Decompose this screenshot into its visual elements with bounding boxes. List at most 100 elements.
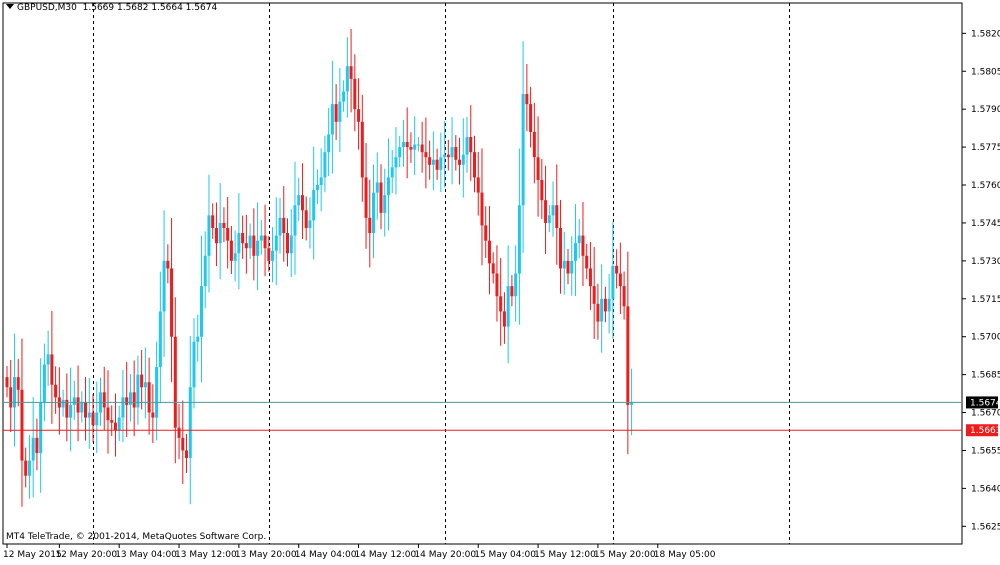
symbol-info-bar: GBPUSD,M30 1.5669 1.5682 1.5664 1.5674 — [6, 3, 217, 13]
candle-body — [487, 240, 491, 264]
candle-body — [431, 159, 435, 165]
candle-body — [349, 66, 353, 79]
candle-body — [319, 177, 323, 186]
candle-body — [274, 235, 278, 251]
candle-body — [357, 109, 361, 122]
candle-body — [585, 255, 589, 269]
candle-body — [532, 131, 536, 158]
candle-body — [458, 159, 462, 165]
candle-body — [514, 273, 518, 297]
candle-body — [229, 240, 233, 261]
candle-body — [31, 437, 35, 461]
time-axis-label: 14 May 04:00 — [295, 550, 357, 560]
ohlc-values: 1.5669 1.5682 1.5664 1.5674 — [82, 3, 218, 13]
candle-body — [596, 303, 600, 322]
candle-body — [91, 412, 95, 426]
candle-body — [383, 195, 387, 213]
price-axis: 1.5820 1.5805 1.5790 1.5775 1.5760 1.5745 1.57… — [962, 29, 1000, 532]
collapse-triangle-icon[interactable] — [6, 4, 14, 9]
candle-body — [491, 263, 495, 274]
candle-body — [207, 215, 211, 256]
candle-body — [282, 217, 286, 234]
candle-body — [570, 260, 574, 274]
candle-body — [278, 217, 282, 236]
candle-body — [185, 450, 189, 459]
candle-body — [588, 268, 592, 287]
candle-body — [476, 177, 480, 193]
candle-body — [473, 152, 476, 178]
candle-body — [323, 152, 327, 178]
candle-body — [39, 402, 43, 453]
candle-body — [379, 182, 383, 213]
candle-body — [484, 225, 488, 241]
candle-body — [222, 222, 226, 228]
time-axis-label: 13 May 04:00 — [115, 550, 177, 560]
candle-body — [618, 273, 622, 287]
candle-body — [128, 392, 132, 405]
candle-body — [300, 195, 304, 211]
price-axis-label: 1.5670 — [971, 409, 1000, 419]
candle-body — [342, 91, 346, 102]
candle-body — [439, 157, 443, 170]
candle-body — [132, 392, 136, 408]
candle-body — [469, 136, 473, 153]
symbol-label: GBPUSD,M30 — [17, 3, 77, 13]
candle-body — [248, 235, 252, 249]
candle-body — [555, 205, 559, 228]
time-axis-label: 12 May 2015 — [3, 550, 62, 560]
copyright-text: MT4 TeleTrade, © 2001-2014, MetaQuotes S… — [6, 532, 267, 542]
candle-body — [211, 215, 215, 228]
candle-body — [536, 157, 540, 180]
candle-body — [450, 147, 454, 158]
chart[interactable]: 1.5674 1.5663 1.5820 1.5805 1.5790 1.5775 1.5… — [0, 0, 1000, 561]
candle-body — [480, 192, 484, 226]
price-axis-label: 1.5715 — [971, 295, 1000, 305]
candle-body — [237, 233, 241, 254]
candle-body — [203, 255, 207, 287]
bid-price-tag-label: 1.5674 — [970, 398, 1000, 408]
price-axis-label: 1.5745 — [971, 219, 1000, 229]
price-axis-label: 1.5685 — [971, 371, 1000, 381]
candle-body — [87, 412, 91, 418]
candle-body — [581, 235, 585, 256]
candle-body — [147, 382, 151, 413]
candle-body — [214, 227, 218, 244]
candle-body — [409, 147, 413, 150]
candle-body — [517, 205, 521, 274]
price-axis-label: 1.5790 — [971, 105, 1000, 115]
candle-body — [181, 437, 185, 451]
candle-body — [233, 253, 237, 261]
candle-body — [27, 460, 31, 476]
candle-body — [286, 233, 289, 254]
candle-body — [42, 364, 46, 403]
candle-body — [244, 243, 248, 249]
time-axis-label: 13 May 20:00 — [235, 550, 297, 560]
candle-body — [297, 195, 301, 206]
candle-body — [143, 382, 147, 388]
candle-body — [368, 217, 372, 234]
candle-body — [166, 260, 170, 269]
price-axis-label: 1.5820 — [971, 29, 1000, 39]
candle-body — [446, 154, 450, 158]
candle-body — [416, 144, 420, 146]
candle-body — [5, 377, 9, 388]
time-axis-label: 14 May 20:00 — [414, 550, 476, 560]
candle-body — [170, 268, 174, 337]
candle-body — [454, 147, 458, 160]
candlestick-chart-svg: 1.5674 1.5663 1.5820 1.5805 1.5790 1.5775 1.5… — [2, 2, 1000, 560]
candle-body — [61, 399, 65, 408]
price-axis-label: 1.5775 — [971, 143, 1000, 153]
candle-body — [338, 101, 342, 122]
candle-body — [521, 94, 525, 206]
candle-body — [495, 273, 499, 297]
candle-body — [50, 354, 54, 385]
candle-body — [24, 460, 28, 476]
candle-body — [289, 235, 293, 254]
time-axis-label: 15 May 12:00 — [534, 550, 596, 560]
ask-price-tag-label: 1.5663 — [970, 426, 1000, 436]
price-axis-label: 1.5805 — [971, 67, 1000, 77]
candle-body — [615, 265, 619, 274]
candle-body — [360, 121, 364, 178]
candle-body — [547, 215, 551, 223]
candle-body — [424, 152, 428, 158]
